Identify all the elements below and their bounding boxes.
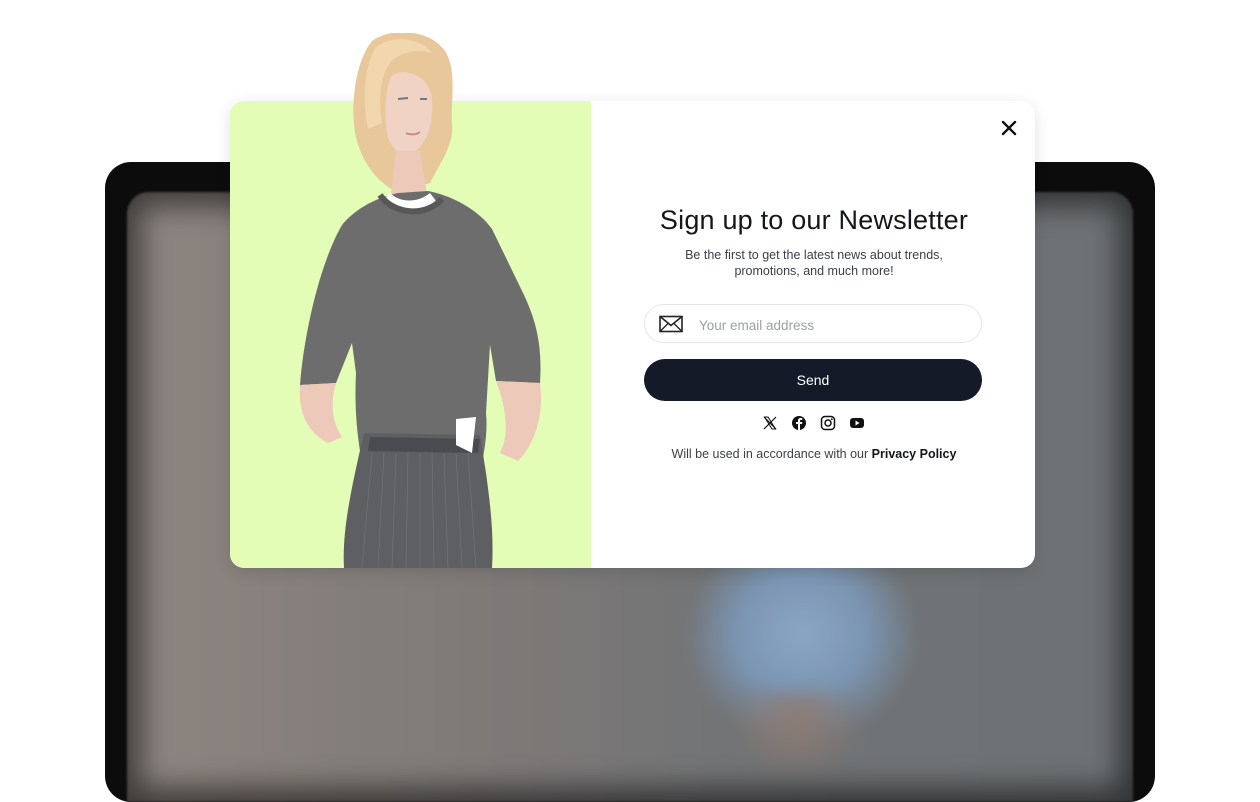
email-field[interactable] <box>644 304 982 343</box>
policy-text: Will be used in accordance with our <box>671 447 872 461</box>
facebook-icon[interactable] <box>791 415 807 431</box>
mail-icon <box>659 315 683 333</box>
popup-subtitle: Be the first to get the latest news abou… <box>685 248 943 278</box>
privacy-policy-link[interactable]: Privacy Policy <box>872 447 957 461</box>
newsletter-content: Sign up to our Newsletter Be the first t… <box>644 101 984 568</box>
newsletter-popup: Sign up to our Newsletter Be the first t… <box>230 33 1035 568</box>
close-button[interactable] <box>998 117 1020 139</box>
send-button[interactable]: Send <box>644 359 982 401</box>
social-links <box>762 415 872 433</box>
youtube-icon[interactable] <box>849 415 865 431</box>
x-icon[interactable] <box>762 415 778 431</box>
email-input[interactable] <box>697 313 971 337</box>
instagram-icon[interactable] <box>820 415 836 431</box>
popup-image-panel <box>230 33 591 568</box>
model-image <box>299 33 542 568</box>
close-icon <box>1001 120 1017 136</box>
privacy-notice: Will be used in accordance with our Priv… <box>634 447 994 461</box>
popup-title: Sign up to our Newsletter <box>659 205 969 235</box>
